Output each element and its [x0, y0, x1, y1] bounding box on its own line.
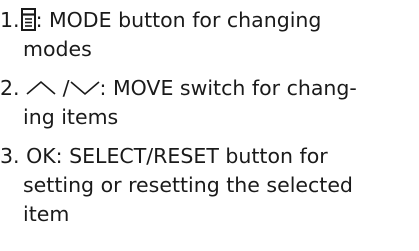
item-number: 1.	[0, 8, 20, 32]
instruction-line: setting or resetting the selected	[23, 173, 353, 197]
chevron-down-icon	[70, 80, 100, 96]
instruction-line: modes	[23, 37, 92, 61]
instruction-item-move: 2. / : MOVE switch for chang- ing items	[0, 74, 357, 132]
instruction-item-ok: 3. OK: SELECT/RESET button for setting o…	[0, 142, 353, 229]
item-number: 3.	[0, 144, 20, 168]
instruction-line: 3. OK: SELECT/RESET button for	[0, 142, 353, 171]
item-number: 2.	[0, 76, 20, 100]
instruction-line: item	[23, 202, 70, 226]
chevron-up-icon	[26, 80, 56, 96]
instruction-line: 1. : MODE button for changing	[0, 6, 321, 35]
instruction-item-mode: 1. : MODE button for changing modes	[0, 6, 321, 64]
manual-instructions: 1. : MODE button for changing modes 2. /…	[0, 0, 419, 251]
item-text: : MODE button for changing	[35, 8, 322, 32]
separator: /	[56, 76, 70, 100]
item-text: OK: SELECT/RESET button for	[26, 144, 328, 168]
mode-icon	[20, 8, 36, 31]
instruction-line: ing items	[23, 105, 119, 129]
item-text: : MOVE switch for chang-	[99, 76, 357, 100]
instruction-line: 2. / : MOVE switch for chang-	[0, 74, 357, 103]
